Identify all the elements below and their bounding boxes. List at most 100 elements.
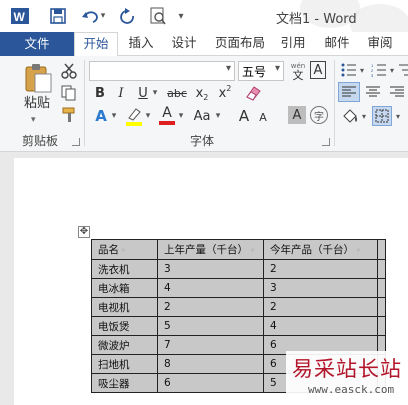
- character-shading-button[interactable]: A: [288, 106, 306, 124]
- group-divider: [84, 60, 85, 146]
- text-effects-button[interactable]: A: [91, 106, 111, 126]
- tab-file[interactable]: 文件: [0, 32, 74, 56]
- table-cell[interactable]: 7: [157, 335, 264, 355]
- highlight-color-icon[interactable]: [124, 105, 144, 127]
- tab-review[interactable]: 审阅: [365, 32, 395, 56]
- format-painter-icon[interactable]: [60, 106, 78, 124]
- tab-design[interactable]: 设计: [168, 32, 200, 56]
- superscript-index: 2: [226, 83, 232, 93]
- table-cell[interactable]: 3: [263, 278, 378, 298]
- table-row: 电视机 2 2: [91, 297, 386, 317]
- paste-dropdown-icon[interactable]: ▾: [31, 112, 36, 128]
- character-border-button[interactable]: A: [310, 61, 326, 79]
- superscript-button[interactable]: x2: [215, 84, 235, 102]
- font-name-box[interactable]: ▾: [89, 61, 235, 81]
- multilevel-list-icon[interactable]: [398, 62, 408, 78]
- strikethrough-button[interactable]: abc: [166, 84, 188, 102]
- table-row: 洗衣机 3 2: [91, 259, 386, 279]
- font-size-box[interactable]: 五号 ▾: [238, 61, 284, 81]
- cell-mark: ◦: [250, 246, 255, 255]
- table-cell[interactable]: 扫地机: [91, 354, 158, 374]
- table-cell[interactable]: 4: [263, 316, 378, 336]
- table-cell[interactable]: 电饭煲: [91, 316, 158, 336]
- font-color-dropdown-icon[interactable]: ▾: [176, 108, 186, 124]
- table-cell[interactable]: 4: [157, 278, 264, 298]
- change-case-button[interactable]: Aa: [190, 106, 214, 126]
- shrink-font-button[interactable]: A: [256, 108, 270, 126]
- tab-references[interactable]: 引用: [278, 32, 308, 56]
- align-right-icon[interactable]: [387, 82, 407, 102]
- change-case-dropdown-icon[interactable]: ▾: [213, 108, 223, 124]
- bullets-dropdown-icon[interactable]: ▾: [358, 62, 366, 78]
- grow-font-button[interactable]: A: [236, 106, 252, 126]
- table-cell[interactable]: 2: [263, 259, 378, 279]
- table-cell[interactable]: 电视机: [91, 297, 158, 317]
- table-cell[interactable]: 2: [263, 297, 378, 317]
- save-icon[interactable]: [48, 6, 68, 26]
- align-center-icon[interactable]: [363, 82, 383, 102]
- italic-button[interactable]: I: [114, 84, 128, 102]
- table-header-cell[interactable]: 上年产量（千台） ◦: [157, 239, 264, 260]
- font-launcher-icon[interactable]: [322, 138, 330, 146]
- tab-home[interactable]: 开始: [74, 32, 118, 57]
- end-of-row-cell: [377, 278, 386, 298]
- table-cell[interactable]: 6: [157, 373, 264, 393]
- table-cell[interactable]: 电冰箱: [91, 278, 158, 298]
- underline-dropdown-icon[interactable]: ▾: [150, 85, 160, 101]
- copy-icon[interactable]: [60, 84, 78, 102]
- subscript-button[interactable]: x2: [192, 84, 212, 102]
- bold-button[interactable]: B: [92, 84, 108, 102]
- paste-label[interactable]: 粘贴: [24, 96, 50, 112]
- tab-layout[interactable]: 页面布局: [212, 32, 268, 56]
- end-of-row-cell: [377, 239, 386, 260]
- font-size-dropdown-icon[interactable]: ▾: [275, 63, 280, 74]
- phonetic-guide-button[interactable]: wén 文: [288, 60, 308, 82]
- cut-icon[interactable]: [60, 62, 78, 80]
- font-size-value: 五号: [242, 65, 267, 79]
- font-group-label: 字体: [190, 134, 215, 148]
- end-of-row-cell: [377, 316, 386, 336]
- table-cell[interactable]: 3: [157, 259, 264, 279]
- table-cell[interactable]: 吸尘器: [91, 373, 158, 393]
- table-cell[interactable]: 微波炉: [91, 335, 158, 355]
- table-cell[interactable]: 8: [157, 354, 264, 374]
- undo-icon[interactable]: [80, 6, 100, 26]
- table-row: 电饭煲 5 4: [91, 316, 386, 336]
- customize-qat-icon[interactable]: ▾: [174, 6, 188, 26]
- header-text: 今年产品（千台）: [270, 244, 354, 256]
- highlight-dropdown-icon[interactable]: ▾: [143, 108, 153, 124]
- text-effects-dropdown-icon[interactable]: ▾: [109, 108, 119, 124]
- align-left-icon[interactable]: [338, 82, 360, 102]
- borders-icon[interactable]: [372, 106, 392, 126]
- table-cell[interactable]: 5: [157, 316, 264, 336]
- shading-dropdown-icon[interactable]: ▾: [360, 108, 368, 124]
- undo-dropdown-icon[interactable]: ▾: [98, 6, 108, 26]
- ribbon-home: 粘贴 ▾ 剪贴板 ▾ 五号 ▾ wén 文 A B I U ▾ abc x 2 …: [0, 56, 408, 152]
- bullets-icon[interactable]: [340, 62, 358, 78]
- enclose-characters-button[interactable]: 字: [310, 106, 328, 124]
- redo-icon[interactable]: [118, 6, 138, 26]
- numbering-dropdown-icon[interactable]: ▾: [388, 62, 396, 78]
- clear-formatting-icon[interactable]: [243, 83, 263, 103]
- borders-dropdown-icon[interactable]: ▾: [394, 108, 402, 124]
- font-color-button[interactable]: A: [158, 104, 176, 126]
- print-preview-icon[interactable]: [148, 6, 168, 26]
- table-move-handle-icon[interactable]: ✥: [78, 226, 90, 238]
- word-window: W ▾ ▾ 文档1 - Word 文件 开始 插入 设计 页面布局 引用 邮件 …: [0, 0, 408, 405]
- paste-icon[interactable]: [20, 62, 54, 94]
- table-header-cell[interactable]: 品名 ◦: [91, 239, 158, 260]
- phonetic-guide-char: 文: [292, 69, 304, 82]
- table-header-cell[interactable]: 今年产品（千台） ◦: [263, 239, 378, 260]
- table-cell[interactable]: 洗衣机: [91, 259, 158, 279]
- table-cell[interactable]: 2: [157, 297, 264, 317]
- cell-mark: ◦: [356, 246, 361, 255]
- tab-mailings[interactable]: 邮件: [322, 32, 352, 56]
- tab-insert[interactable]: 插入: [126, 32, 156, 56]
- end-of-row-cell: [377, 259, 386, 279]
- numbering-icon[interactable]: 123: [370, 62, 388, 78]
- underline-button[interactable]: U: [136, 84, 150, 102]
- font-name-dropdown-icon[interactable]: ▾: [226, 63, 231, 74]
- clipboard-launcher-icon[interactable]: [72, 138, 80, 146]
- group-divider: [334, 60, 335, 146]
- shading-icon[interactable]: [340, 106, 360, 126]
